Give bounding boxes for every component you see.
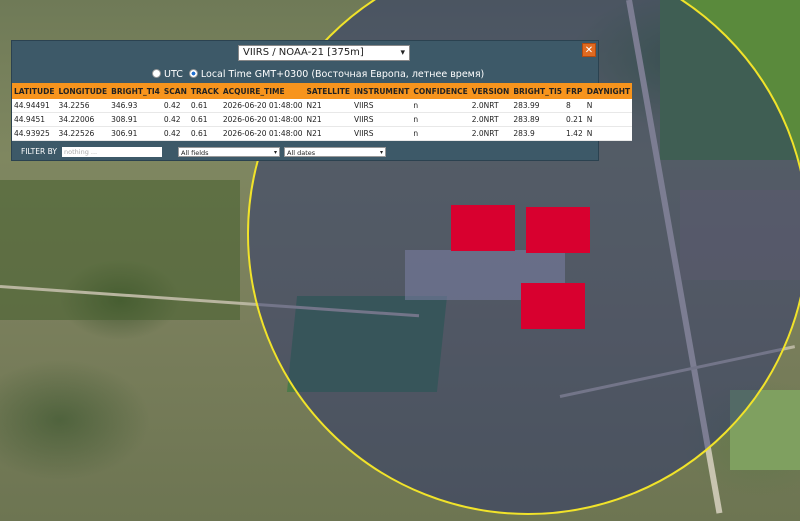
utc-label: UTC — [164, 69, 183, 80]
filter-label: FILTER BY — [21, 147, 57, 156]
table-cell: 1.42 — [564, 126, 585, 141]
table-cell: 34.22006 — [56, 112, 110, 127]
filter-input[interactable]: nothing ... — [62, 147, 162, 157]
column-header[interactable]: TRACK — [188, 83, 221, 99]
table-cell: 0.61 — [188, 112, 221, 127]
column-header[interactable]: SATELLITE — [304, 83, 352, 99]
table-cell: N — [584, 112, 633, 127]
table-cell: 0.21 — [564, 112, 585, 127]
dataset-select-value: VIIRS / NOAA-21 [375m] — [243, 47, 364, 58]
fire-hotspot[interactable] — [451, 205, 515, 251]
column-header[interactable]: DAYNIGHT — [584, 83, 633, 99]
table-cell: 2026-06-20 01:48:00 — [220, 99, 305, 113]
table-cell: VIIRS — [351, 112, 412, 127]
table-cell: 2.0NRT — [469, 126, 512, 141]
table-cell: N21 — [304, 126, 352, 141]
fire-hotspot[interactable] — [521, 283, 585, 329]
table-cell: 0.42 — [161, 126, 189, 141]
fire-data-panel: VIIRS / NOAA-21 [375m] ▾ ✕ UTC Local Tim… — [11, 40, 633, 161]
table-cell: N — [584, 99, 633, 113]
table-cell: 283.9 — [511, 126, 565, 141]
table-cell: 0.42 — [161, 112, 189, 127]
local-time-label: Local Time GMT+0300 (Восточная Европа, л… — [200, 69, 485, 80]
fire-hotspot[interactable] — [526, 207, 590, 253]
table-cell: 0.61 — [188, 126, 221, 141]
dates-select-value: All dates — [287, 149, 316, 157]
table-cell: 283.89 — [511, 112, 565, 127]
column-header[interactable]: SCAN — [161, 83, 189, 99]
table-cell: 34.22526 — [56, 126, 110, 141]
column-header[interactable]: LONGITUDE — [56, 83, 110, 99]
table-cell: 0.61 — [188, 99, 221, 113]
table-cell: 346.93 — [109, 99, 162, 113]
fire-data-table: LATITUDE LONGITUDE BRIGHT_TI4 SCAN TRACK… — [12, 83, 633, 141]
chevron-down-icon: ▾ — [273, 149, 277, 156]
table-cell: n — [411, 126, 470, 141]
table-cell: 0.42 — [161, 99, 189, 113]
table-cell: n — [411, 99, 470, 113]
table-cell: n — [411, 112, 470, 127]
table-cell: 2.0NRT — [469, 112, 512, 127]
table-cell: 2026-06-20 01:48:00 — [220, 126, 305, 141]
fields-select[interactable]: All fields ▾ — [178, 147, 280, 157]
column-header[interactable]: BRIGHT_TI5 — [511, 83, 565, 99]
fields-select-value: All fields — [181, 149, 209, 157]
column-header[interactable]: LATITUDE — [12, 83, 57, 99]
table-row[interactable]: 44.93925 34.22526 306.91 0.42 0.61 2026-… — [12, 126, 633, 141]
table-header-row: LATITUDE LONGITUDE BRIGHT_TI4 SCAN TRACK… — [12, 83, 633, 99]
column-header[interactable]: FRP — [564, 83, 585, 99]
table-cell: N21 — [304, 99, 352, 113]
table-cell: 308.91 — [109, 112, 162, 127]
table-cell: N — [584, 126, 633, 141]
column-header[interactable]: INSTRUMENT — [351, 83, 412, 99]
table-cell: 44.94491 — [12, 99, 57, 113]
table-cell: VIIRS — [351, 126, 412, 141]
utc-radio[interactable] — [152, 69, 161, 78]
table-cell: 8 — [564, 99, 585, 113]
column-header[interactable]: ACQUIRE_TIME — [220, 83, 305, 99]
chevron-down-icon: ▾ — [379, 149, 383, 156]
close-button[interactable]: ✕ — [582, 43, 596, 57]
dates-select[interactable]: All dates ▾ — [284, 147, 386, 157]
table-cell: 34.2256 — [56, 99, 110, 113]
chevron-down-icon: ▾ — [400, 48, 405, 58]
table-cell: 306.91 — [109, 126, 162, 141]
table-row[interactable]: 44.94491 34.2256 346.93 0.42 0.61 2026-0… — [12, 99, 633, 113]
table-cell: 2026-06-20 01:48:00 — [220, 112, 305, 127]
filter-bar: FILTER BY nothing ... All fields ▾ All d… — [12, 145, 598, 160]
table-cell: 44.9451 — [12, 112, 57, 127]
timezone-options: UTC Local Time GMT+0300 (Восточная Европ… — [152, 69, 484, 80]
table-cell: VIIRS — [351, 99, 412, 113]
dataset-select[interactable]: VIIRS / NOAA-21 [375m] ▾ — [238, 45, 410, 61]
local-time-radio[interactable] — [188, 69, 198, 78]
table-cell: 283.99 — [511, 99, 565, 113]
column-header[interactable]: VERSION — [469, 83, 512, 99]
table-cell: 2.0NRT — [469, 99, 512, 113]
column-header[interactable]: BRIGHT_TI4 — [109, 83, 162, 99]
table-row[interactable]: 44.9451 34.22006 308.91 0.42 0.61 2026-0… — [12, 112, 633, 127]
table-cell: 44.93925 — [12, 126, 57, 141]
column-header[interactable]: CONFIDENCE — [411, 83, 470, 99]
table-cell: N21 — [304, 112, 352, 127]
